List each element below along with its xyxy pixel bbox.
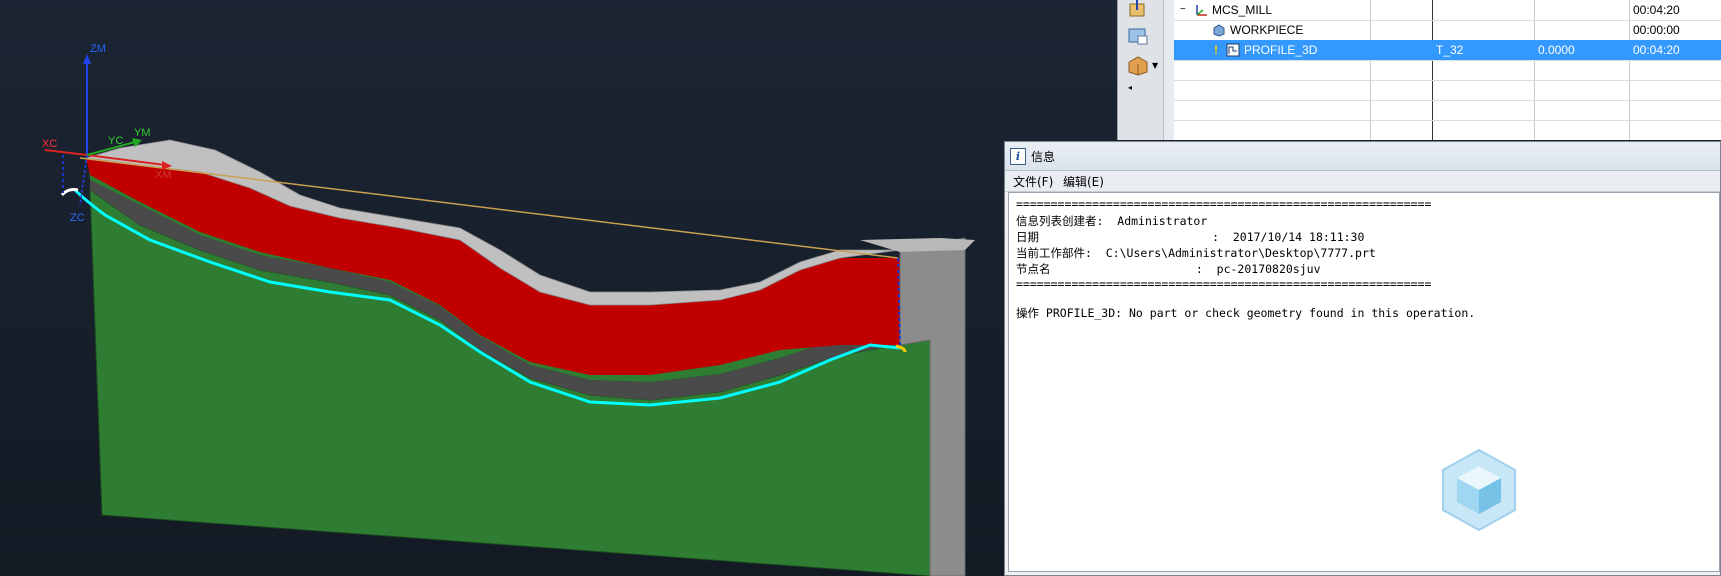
table-row [1174,100,1721,121]
operation-tool: T_32 [1436,43,1464,57]
operation-grid: − MCS_MILL 00:04:20 WORKPIECE 00:00:00 ! [1174,0,1721,140]
workpiece-icon[interactable] [1126,24,1150,46]
operation-icon [1226,40,1242,60]
info-icon: i [1010,148,1026,165]
yc-label: YC [108,135,123,147]
box-icon[interactable] [1126,54,1150,76]
workpiece-icon [1212,20,1228,40]
collapse-icon[interactable]: − [1180,0,1190,20]
chevron-down-icon[interactable]: ▼ [1152,61,1158,70]
window-titlebar[interactable]: i 信息 [1005,142,1720,171]
table-row [1174,60,1721,81]
operation-name: MCS_MILL [1212,3,1273,17]
table-row[interactable]: WORKPIECE 00:00:00 [1174,20,1721,41]
operation-name: WORKPIECE [1230,23,1304,37]
operation-time: 00:04:20 [1633,3,1680,17]
xc-label: XC [42,138,57,150]
cube-logo-icon [1442,448,1516,532]
info-operation-message: 操作 PROFILE_3D: No part or check geometry… [1016,306,1476,320]
operation-offset: 0.0000 [1538,43,1575,57]
operation-navigator: ▼ ◂ − MCS_MILL 00:04:20 WORKPIECE 00:00:… [1117,0,1721,140]
info-part-line: 当前工作部件: C:\Users\Administrator\Desktop\7… [1016,246,1376,260]
warning-icon: ! [1214,43,1218,57]
table-row [1174,80,1721,101]
menu-edit[interactable]: 编辑(E) [1063,173,1104,190]
info-date-line: 日期 : 2017/10/14 18:11:30 [1016,230,1365,244]
menu-file[interactable]: 文件(F) [1013,173,1053,190]
operation-time: 00:00:00 [1633,23,1680,37]
table-row-selected[interactable]: ! PROFILE_3D T_32 0.0000 00:04:20 ✔ [1174,40,1721,61]
separator-line: ========================================… [1016,197,1432,211]
chevron-left-icon[interactable]: ◂ [1128,83,1132,92]
mcs-icon [1194,0,1210,20]
operation-time: 00:04:20 [1633,43,1680,57]
zc-label: ZC [70,212,85,224]
table-row[interactable]: − MCS_MILL 00:04:20 [1174,0,1721,21]
info-creator-line: 信息列表创建者: Administrator [1016,214,1208,228]
navigator-toolstrip: ▼ ◂ [1118,0,1164,140]
info-text-area[interactable]: ========================================… [1008,192,1720,572]
xm-label: XM [155,169,172,181]
information-window: i 信息 文件(F) 编辑(E) =======================… [1004,141,1721,576]
ym-label: YM [134,127,151,139]
zm-label: ZM [90,43,106,55]
operation-name: PROFILE_3D [1244,43,1318,57]
window-title: 信息 [1031,150,1056,164]
wcs-icon[interactable] [1126,0,1150,20]
separator-line: ========================================… [1016,277,1432,291]
info-node-line: 节点名 : pc-20170820sjuv [1016,262,1321,276]
menu-bar: 文件(F) 编辑(E) [1005,171,1720,192]
